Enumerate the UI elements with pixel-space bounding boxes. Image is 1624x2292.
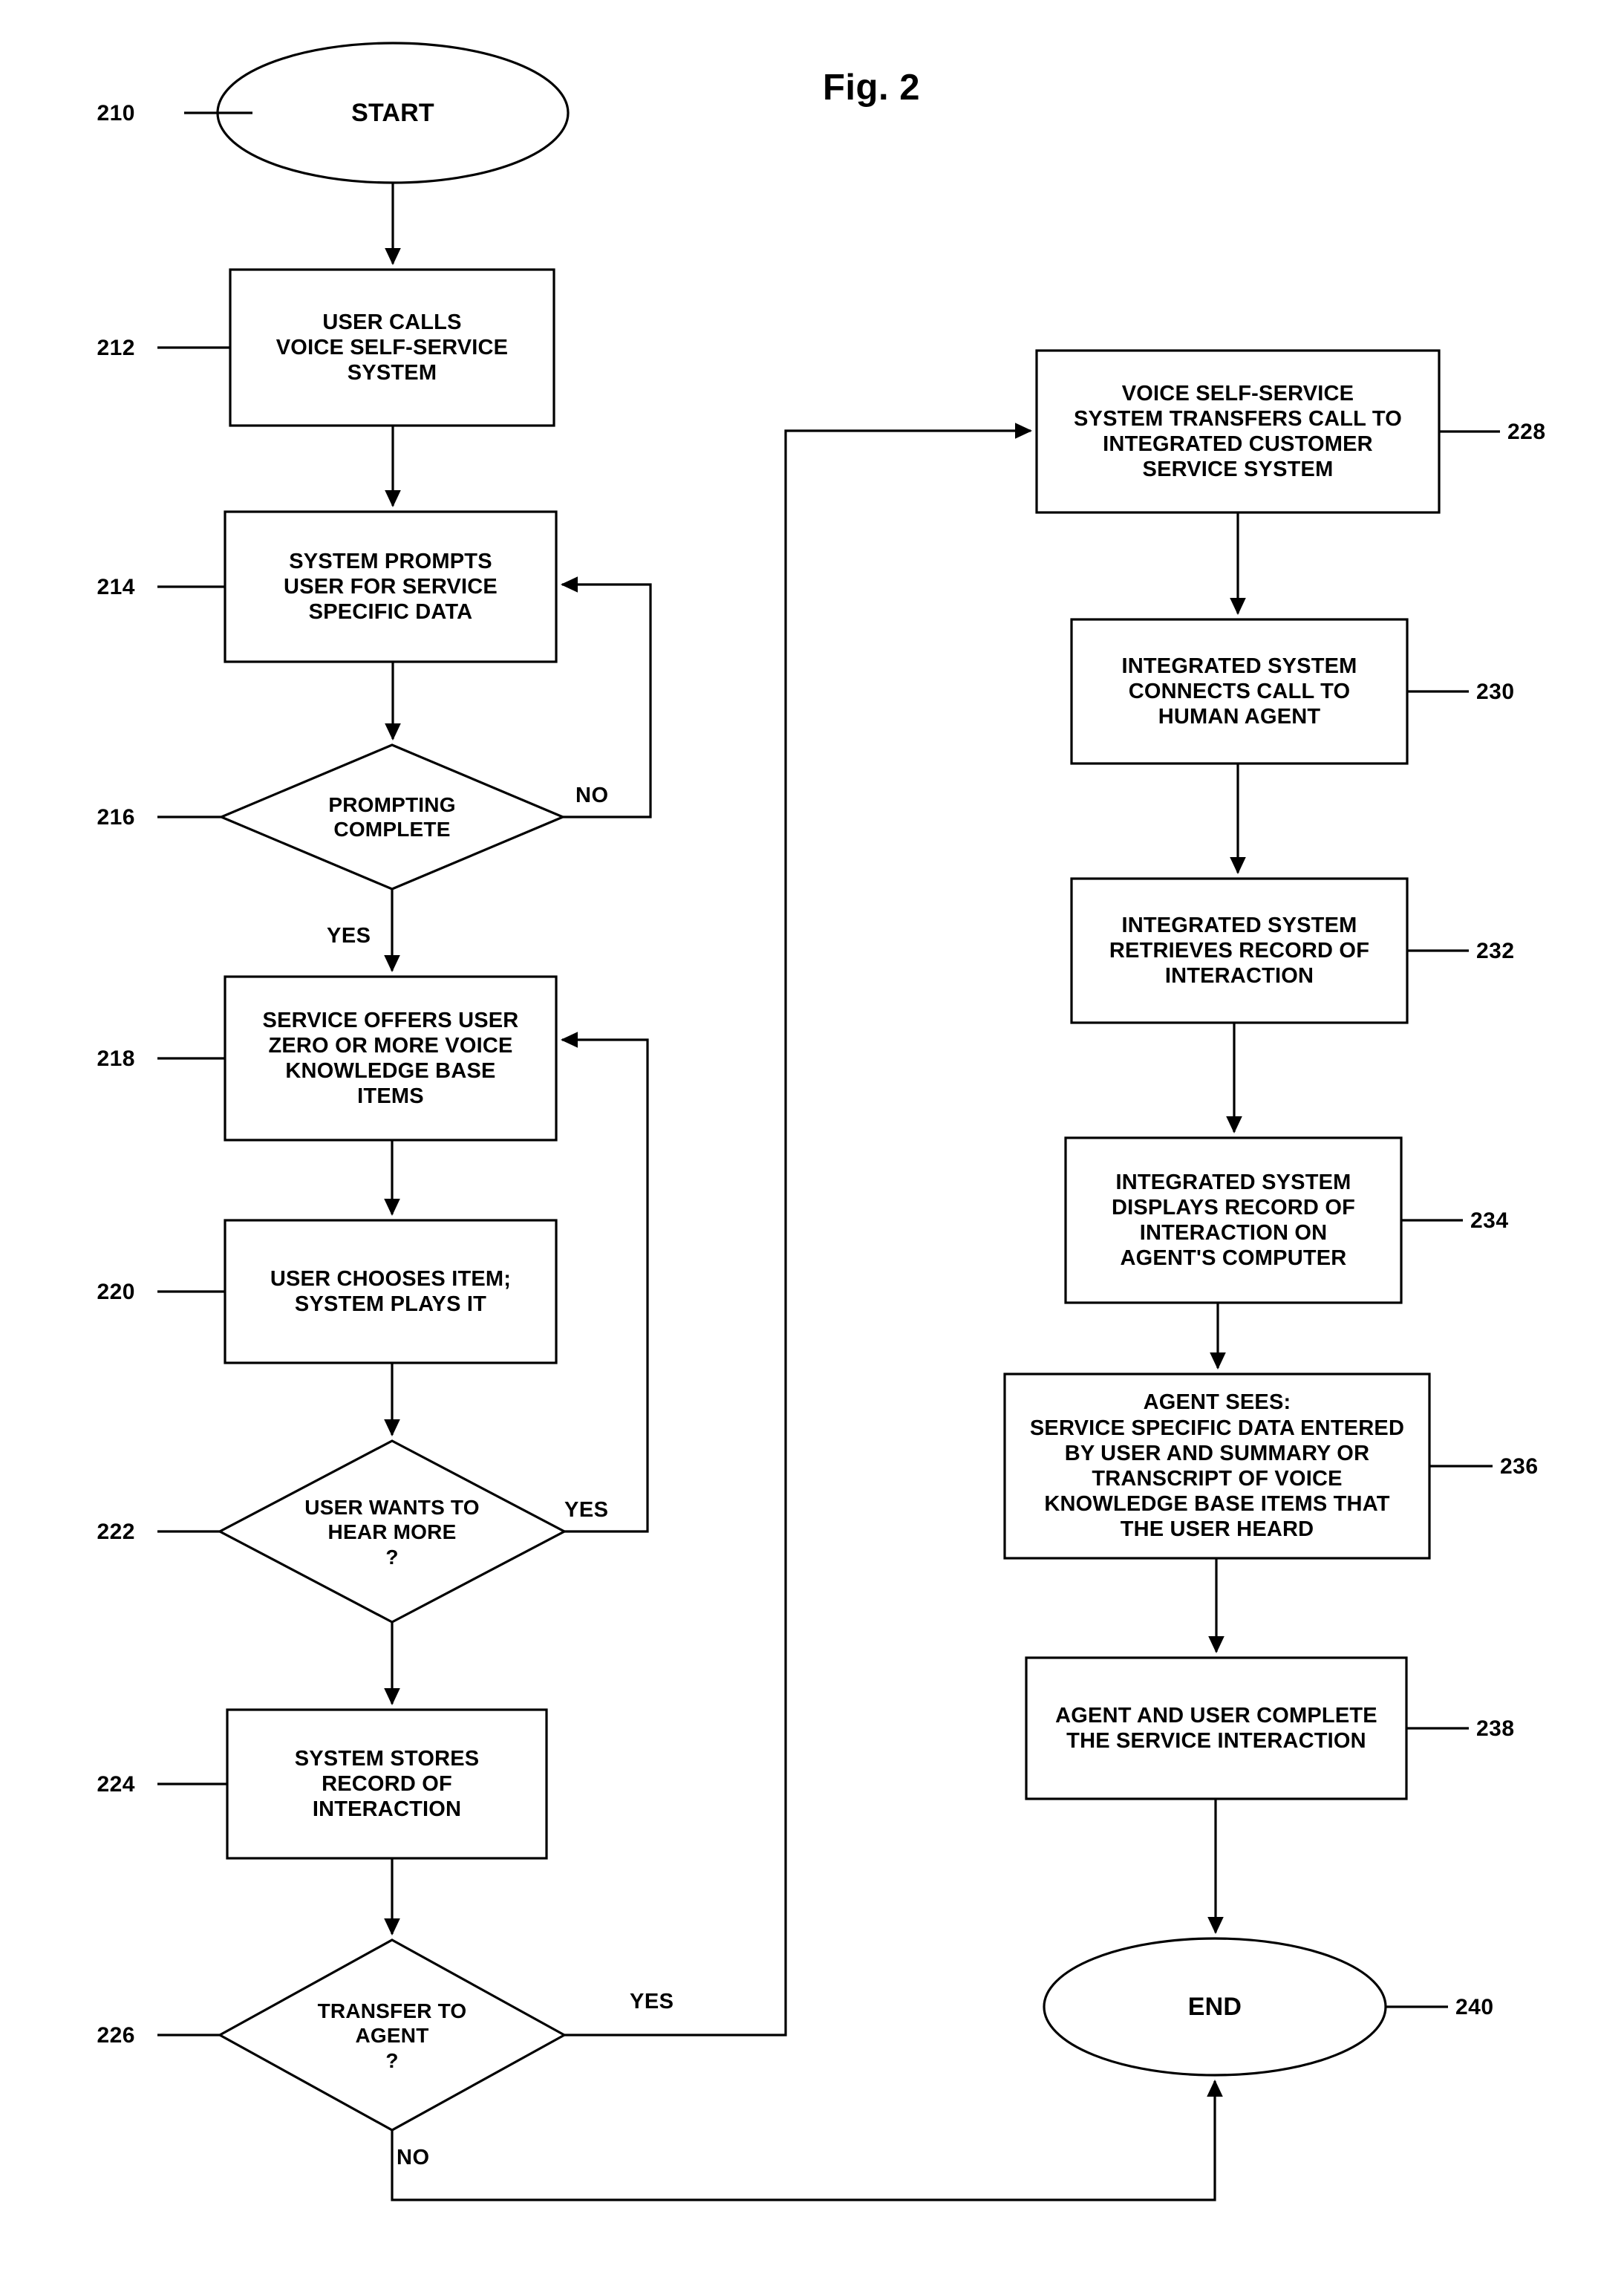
edge-label-226-yes: YES (630, 1990, 674, 2013)
flowchart-page: Fig. 2 START USER CALLS VOICE SELF-SERVIC… (0, 0, 1624, 2292)
node-212-shape (229, 268, 555, 427)
ref-number-234: 234 (1470, 1208, 1509, 1233)
edge-226-yes-to-228 (564, 423, 1032, 2037)
node-end-shape (1043, 1937, 1387, 2077)
ref-number-224: 224 (97, 1772, 135, 1797)
node-232-shape (1070, 877, 1409, 1024)
node-220-shape (224, 1219, 558, 1364)
ref-number-236: 236 (1500, 1454, 1539, 1479)
node-216-shape (218, 743, 567, 891)
ref-number-220: 220 (97, 1280, 135, 1304)
node-238-shape (1025, 1656, 1408, 1800)
node-236-shape (1003, 1373, 1431, 1560)
node-230-shape (1070, 618, 1409, 765)
ref-number-214: 214 (97, 575, 135, 599)
edge-216-no-to-214 (561, 576, 652, 818)
node-218-shape (224, 975, 558, 1142)
edge-226-no-to-end (391, 2080, 1223, 2201)
ref-number-218: 218 (97, 1046, 135, 1071)
ref-number-228: 228 (1507, 420, 1546, 444)
node-224-shape (226, 1708, 548, 1860)
node-228-shape (1035, 349, 1441, 514)
ref-number-212: 212 (97, 336, 135, 360)
ref-number-230: 230 (1476, 680, 1515, 704)
node-214-shape (224, 510, 558, 663)
edge-label-226-no: NO (397, 2146, 430, 2169)
ref-number-232: 232 (1476, 939, 1515, 963)
ref-number-238: 238 (1476, 1716, 1515, 1741)
edge-222-yes-to-218 (561, 1032, 649, 1533)
edge-label-216-yes: YES (327, 924, 371, 948)
flowchart-shapes-and-connectors (157, 42, 1500, 2201)
node-226-shape (217, 1938, 567, 2132)
figure-title: Fig. 2 (823, 68, 920, 108)
ref-number-216: 216 (97, 805, 135, 830)
ref-number-210: 210 (97, 101, 135, 126)
node-start-shape (216, 42, 570, 184)
edge-label-216-no: NO (575, 784, 609, 807)
edge-label-222-yes: YES (564, 1498, 609, 1522)
ref-number-240: 240 (1455, 1995, 1494, 2019)
node-222-shape (217, 1439, 567, 1624)
node-234-shape (1064, 1136, 1403, 1304)
ref-number-222: 222 (97, 1520, 135, 1544)
ref-number-226: 226 (97, 2023, 135, 2048)
